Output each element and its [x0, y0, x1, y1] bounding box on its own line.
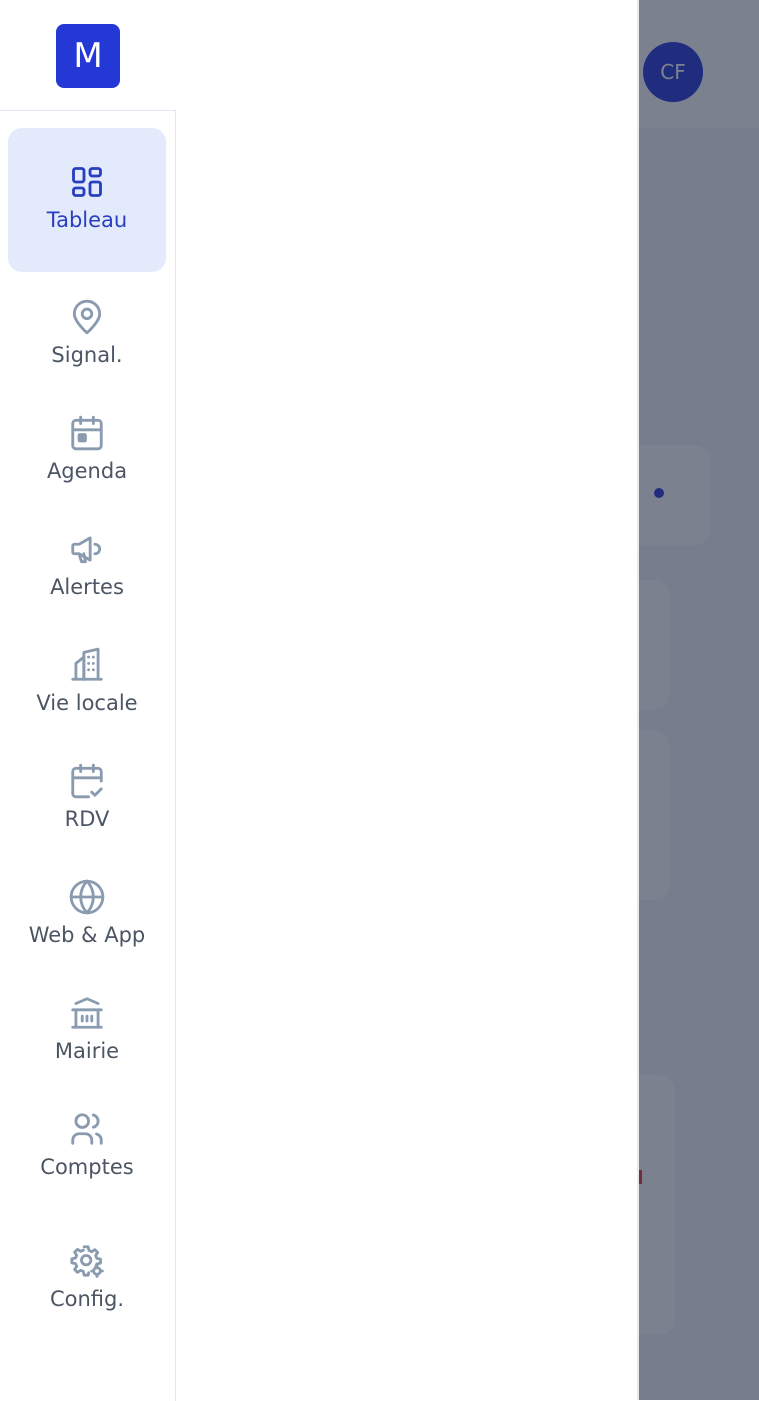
sidebar-item-tableau[interactable]: Tableau: [8, 128, 166, 272]
sidebar-item-label: Tableau: [46, 208, 128, 232]
building-icon: [67, 645, 107, 685]
sidebar-item-label: Comptes: [40, 1155, 134, 1179]
sidebar-item-signalements[interactable]: Signal.: [8, 279, 166, 395]
sidebar-item-alertes[interactable]: Alertes: [8, 511, 166, 627]
sidebar-item-web-app[interactable]: Web & App: [8, 859, 166, 975]
calendar-check-icon: [67, 761, 107, 801]
sidebar-item-mairie[interactable]: Mairie: [8, 975, 166, 1091]
megaphone-icon: [67, 529, 107, 569]
sidebar-item-comptes[interactable]: Comptes: [8, 1091, 166, 1207]
sidebar-item-rdv[interactable]: RDV: [8, 743, 166, 859]
map-pin-icon: [67, 297, 107, 337]
dashboard-icon: [67, 162, 107, 202]
globe-icon: [67, 877, 107, 917]
sidebar-rail: Tableau Signal. Agenda Alertes Vie local…: [0, 110, 176, 1401]
sidebar-item-label: Web & App: [28, 923, 146, 947]
sidebar-item-vie-locale[interactable]: Vie locale: [8, 627, 166, 743]
sidebar-item-label: Config.: [49, 1287, 125, 1311]
sidebar-item-label: Alertes: [50, 575, 124, 599]
sidebar-item-label: Agenda: [46, 459, 128, 483]
sidebar-item-label: RDV: [64, 807, 110, 831]
app-logo[interactable]: M: [56, 24, 120, 88]
sidebar-item-label: Signal.: [51, 343, 123, 367]
navigation-drawer: M Tableau Signal. Agenda Alertes Vie loc…: [0, 0, 639, 1401]
town-hall-icon: [67, 993, 107, 1033]
users-icon: [67, 1109, 107, 1149]
sidebar-item-config[interactable]: Config.: [8, 1223, 166, 1339]
sidebar-item-label: Mairie: [54, 1039, 120, 1063]
sidebar-item-agenda[interactable]: Agenda: [8, 395, 166, 511]
sidebar-item-label: Vie locale: [36, 691, 138, 715]
settings-icon: [67, 1241, 107, 1281]
calendar-icon: [67, 413, 107, 453]
